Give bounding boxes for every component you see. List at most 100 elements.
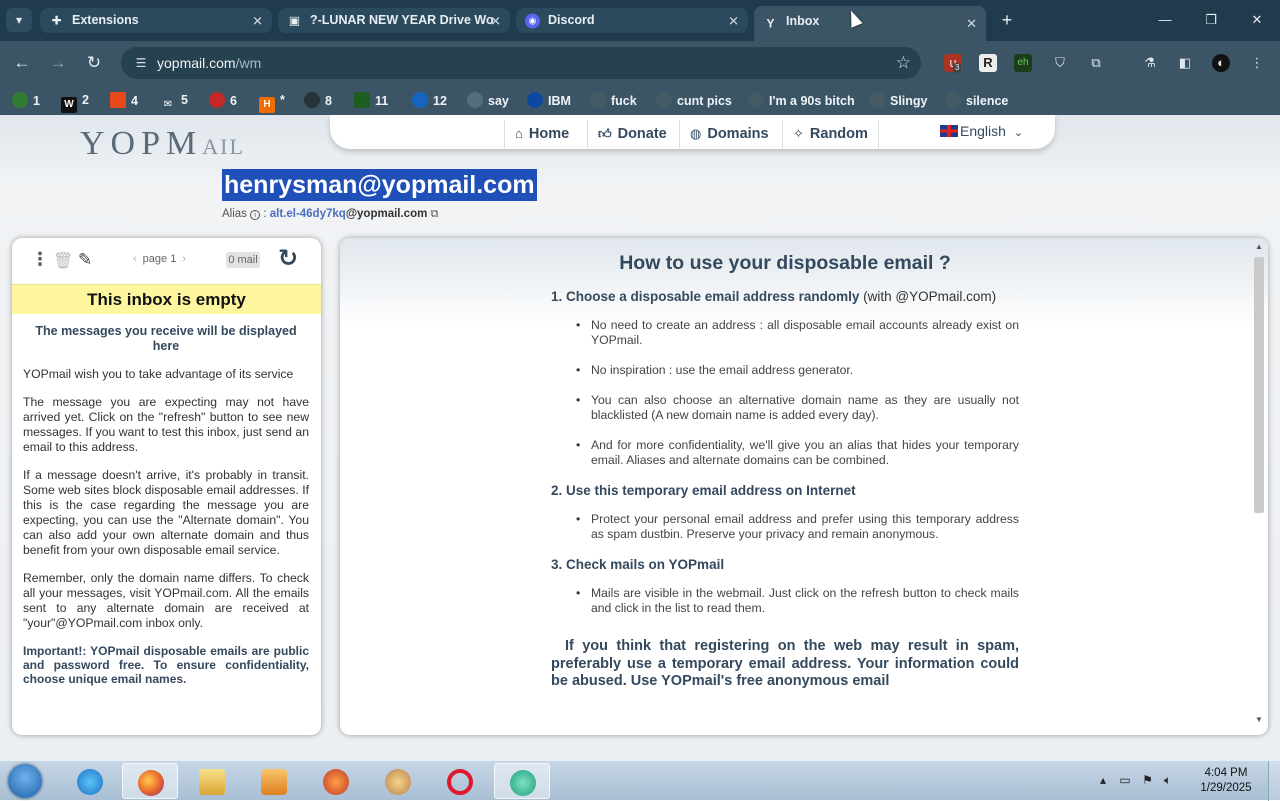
tab-title: ?-LUNAR NEW YEAR Drive Wo — [310, 13, 494, 27]
copy-icon[interactable]: ⧉ — [431, 208, 439, 220]
eh-extension-icon[interactable]: eh — [1014, 54, 1032, 72]
nav-home[interactable]: ⌂ Home — [504, 120, 579, 148]
address-bar[interactable]: ☰ yopmail.com/wm ☆ — [121, 47, 921, 79]
scroll-up-icon[interactable]: ▲ — [1253, 242, 1265, 251]
tab-inbox[interactable]: Y Inbox ✕ — [754, 6, 986, 41]
bookmark-item[interactable]: ✉ 5 — [160, 92, 188, 110]
current-email-address[interactable]: henrysman@yopmail.com — [222, 169, 537, 201]
paint-palette-taskbar-icon[interactable] — [370, 763, 426, 799]
prev-page-icon[interactable]: ‹ — [133, 253, 137, 265]
minimize-button[interactable]: — — [1150, 8, 1180, 32]
file-explorer-taskbar-icon[interactable] — [184, 763, 240, 799]
tab-search-button[interactable]: ▾ — [6, 8, 32, 32]
show-hidden-icons-icon[interactable]: ▴ — [1100, 773, 1106, 787]
side-panel-icon[interactable]: ◧ — [1176, 54, 1194, 72]
nav-random[interactable]: ✧ Random — [782, 120, 879, 148]
system-clock[interactable]: 4:04 PM 1/29/2025 — [1186, 766, 1266, 796]
globe-icon — [656, 92, 672, 108]
paint-tool-taskbar-icon[interactable] — [308, 763, 364, 799]
bookmark-item[interactable]: 1 — [12, 92, 40, 108]
help-content: How to use your disposable email ? 1. Ch… — [551, 252, 1019, 691]
info-paragraph: If a message doesn't arrive, it's probab… — [23, 468, 309, 557]
close-icon[interactable]: ✕ — [252, 8, 263, 33]
bookmark-item[interactable]: say — [467, 92, 509, 108]
alias-value[interactable]: alt.el-46dy7kq — [270, 208, 346, 220]
close-icon[interactable]: ✕ — [490, 8, 501, 33]
close-icon[interactable]: ✕ — [966, 9, 977, 39]
uk-flag-icon — [940, 125, 958, 137]
scrollbar[interactable]: ▲ ▼ — [1253, 242, 1265, 724]
bookmark-favicon-icon — [354, 92, 370, 108]
media-player-taskbar-icon[interactable] — [246, 763, 302, 799]
extensions-puzzle-icon[interactable]: ⧉ — [1087, 54, 1105, 72]
bookmark-item[interactable]: 8 — [304, 92, 332, 108]
close-icon[interactable]: ✕ — [728, 8, 739, 33]
back-button[interactable]: ← — [10, 51, 34, 75]
globe-icon: ◍ — [690, 126, 702, 141]
bookmark-item[interactable]: 4 — [110, 92, 138, 108]
tab-discord[interactable]: ◉ Discord ✕ — [516, 8, 748, 33]
tab-lunar-new-year[interactable]: ▣ ?-LUNAR NEW YEAR Drive Wo ✕ — [278, 8, 510, 33]
bookmark-item[interactable]: H * — [259, 92, 285, 113]
next-page-icon[interactable]: › — [182, 253, 186, 265]
scroll-down-icon[interactable]: ▼ — [1253, 715, 1265, 724]
reload-button[interactable]: ↻ — [82, 51, 106, 75]
r-extension-icon[interactable]: R — [979, 54, 997, 72]
internet-explorer-taskbar-icon[interactable] — [62, 763, 118, 799]
bookmark-item[interactable]: 12 — [412, 92, 447, 108]
bookmark-item[interactable]: IBM — [527, 92, 571, 108]
refresh-icon[interactable]: ↻ — [278, 244, 298, 273]
info-icon[interactable]: i — [250, 210, 261, 220]
discord-chat-taskbar-icon[interactable] — [494, 763, 550, 799]
list-item: And for more confidentiality, we'll give… — [576, 438, 1019, 468]
language-select[interactable]: English ⌄ — [940, 123, 1023, 139]
nav-random-label: Random — [809, 126, 868, 142]
tab-extensions[interactable]: ✚ Extensions ✕ — [40, 8, 272, 33]
help-section-2-heading: 2. Use this temporary email address on I… — [551, 483, 856, 498]
opera-taskbar-icon[interactable] — [432, 763, 488, 799]
bookmark-item[interactable]: fuck — [590, 92, 637, 108]
yopmail-logo[interactable]: YOPMAIL — [80, 125, 245, 163]
bookmark-favicon-icon — [12, 92, 28, 108]
action-center-flag-icon[interactable]: ⚑ — [1142, 773, 1153, 787]
bookmark-item[interactable]: I'm a 90s bitch — [748, 92, 855, 108]
bookmark-item[interactable]: Slingy — [869, 92, 928, 108]
ublock-extension-icon[interactable]: u3 — [944, 54, 962, 73]
bookmark-label: I'm a 90s bitch — [769, 94, 855, 108]
shield-icon[interactable]: ⛉ — [1051, 54, 1069, 72]
firefox-taskbar-icon[interactable] — [122, 763, 178, 799]
scrollbar-thumb[interactable] — [1254, 257, 1264, 513]
nav-domains[interactable]: ◍ Domains — [679, 120, 779, 148]
bookmark-favicon-icon — [467, 92, 483, 108]
more-options-icon[interactable]: ⋮ — [31, 249, 49, 270]
pencil-icon[interactable]: ✎ — [78, 250, 92, 270]
labs-flask-icon[interactable]: ⚗ — [1141, 54, 1159, 72]
new-tab-button[interactable]: + — [996, 8, 1018, 32]
profile-avatar[interactable]: ◐ — [1212, 54, 1230, 72]
bookmark-item[interactable]: 11 — [354, 92, 388, 108]
bookmark-label: 4 — [131, 94, 138, 108]
bookmark-item[interactable]: silence — [945, 92, 1008, 108]
bookmark-item[interactable]: cunt pics — [656, 92, 732, 108]
bookmark-item[interactable]: 6 — [209, 92, 237, 108]
start-button[interactable] — [8, 764, 42, 798]
trash-icon[interactable]: 🗑︎ — [53, 251, 73, 271]
bookmark-item[interactable]: W2 — [61, 92, 89, 113]
forward-button[interactable]: → — [46, 51, 70, 75]
url-text[interactable]: yopmail.com/wm — [157, 47, 261, 79]
menu-kebab-icon[interactable]: ⋮ — [1248, 54, 1266, 72]
restore-button[interactable]: ❐ — [1196, 8, 1226, 32]
pager: ‹ page 1 › — [127, 253, 192, 265]
mail-count-badge: 0 mail — [226, 252, 260, 268]
close-window-button[interactable]: ✕ — [1242, 8, 1272, 32]
show-desktop-button[interactable] — [1268, 761, 1280, 801]
nav-donate[interactable]: 👍︎ Donate — [587, 120, 677, 148]
bookmark-star-icon[interactable]: ☆ — [896, 53, 911, 73]
network-icon[interactable]: ▭ — [1119, 773, 1130, 787]
bookmark-label: cunt pics — [677, 94, 732, 108]
bookmark-label: fuck — [611, 94, 637, 108]
nav-domains-label: Domains — [707, 126, 769, 142]
help-section-1-list: No need to create an address : all dispo… — [576, 318, 1019, 468]
volume-icon[interactable]: 🔈︎ — [1164, 773, 1171, 787]
site-info-icon[interactable]: ☰ — [133, 55, 149, 71]
